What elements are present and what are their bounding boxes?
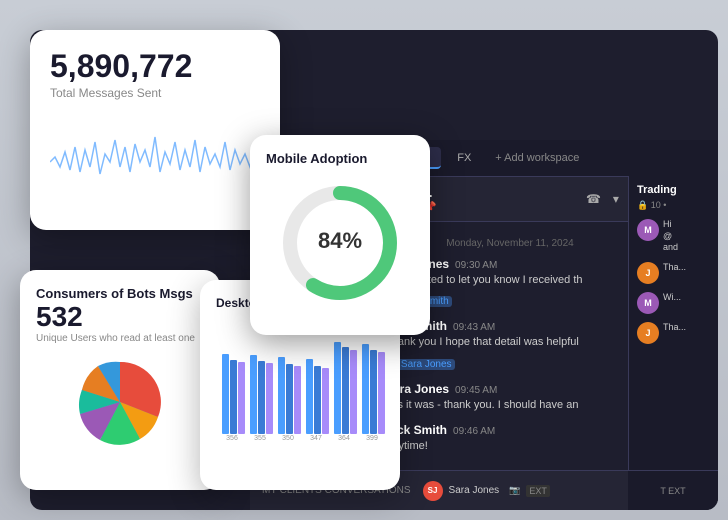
- trading-message: M Wi...: [637, 292, 710, 314]
- trading-avatar: M: [637, 219, 659, 241]
- bots-description: Unique Users who read at least one: [36, 333, 204, 344]
- trading-text: Wi...: [663, 292, 681, 314]
- svg-text:399: 399: [366, 435, 378, 442]
- tab-fx[interactable]: FX: [445, 148, 483, 168]
- right-bottom-bar: T EXT: [628, 470, 718, 510]
- pie-chart: [70, 352, 170, 452]
- bar-chart-container: 422 356: [216, 318, 384, 447]
- donut-chart: 84%: [266, 178, 414, 308]
- card-messages: 5,890,772 Total Messages Sent: [30, 30, 280, 230]
- trading-title: Trading: [637, 184, 710, 196]
- card-bots: Consumers of Bots Msgs 532 Unique Users …: [20, 270, 220, 490]
- bar-chart-svg: 356 355 350 347 364 399: [220, 332, 390, 442]
- svg-text:356: 356: [226, 435, 238, 442]
- trading-message: M Hi@and: [637, 219, 710, 254]
- trading-subtitle: 🔒 10 •: [637, 200, 710, 211]
- svg-text:350: 350: [282, 435, 294, 442]
- trading-text: Tha...: [663, 262, 686, 284]
- mobile-adoption-title: Mobile Adoption: [266, 151, 414, 166]
- sparkline: [50, 112, 260, 192]
- tab-add-workspace[interactable]: + Add workspace: [487, 148, 587, 168]
- trading-text: Hi@and: [663, 219, 678, 254]
- message-time: 09:46 AM: [453, 426, 495, 437]
- trading-message: J Tha...: [637, 322, 710, 344]
- messages-big-number: 5,890,772: [50, 50, 260, 82]
- bots-title: Consumers of Bots Msgs: [36, 286, 204, 301]
- card-mobile-adoption: Mobile Adoption 84%: [250, 135, 430, 335]
- message-time: 09:43 AM: [453, 322, 495, 333]
- messages-label: Total Messages Sent: [50, 86, 260, 100]
- trading-avatar: J: [637, 322, 659, 344]
- right-bottom-text: T EXT: [660, 486, 685, 496]
- message-time: 09:30 AM: [455, 260, 497, 271]
- trading-avatar: M: [637, 292, 659, 314]
- trading-avatar: J: [637, 262, 659, 284]
- chevron-icon[interactable]: ▾: [611, 190, 621, 208]
- svg-text:84%: 84%: [318, 228, 362, 253]
- message-time: 09:45 AM: [455, 385, 497, 396]
- trading-message: J Tha...: [637, 262, 710, 284]
- svg-text:347: 347: [310, 435, 322, 442]
- bottom-sara-info: SJ Sara Jones 📷 EXT: [423, 481, 550, 501]
- svg-text:364: 364: [338, 435, 350, 442]
- svg-text:355: 355: [254, 435, 266, 442]
- bottom-sara-name: Sara Jones: [449, 485, 500, 496]
- phone-icon[interactable]: ☎: [584, 190, 603, 208]
- trading-panel: Trading 🔒 10 • M Hi@and J Tha... M Wi...…: [628, 176, 718, 510]
- trading-text: Tha...: [663, 322, 686, 344]
- bots-number: 532: [36, 301, 204, 333]
- bottom-avatar: SJ: [423, 481, 443, 501]
